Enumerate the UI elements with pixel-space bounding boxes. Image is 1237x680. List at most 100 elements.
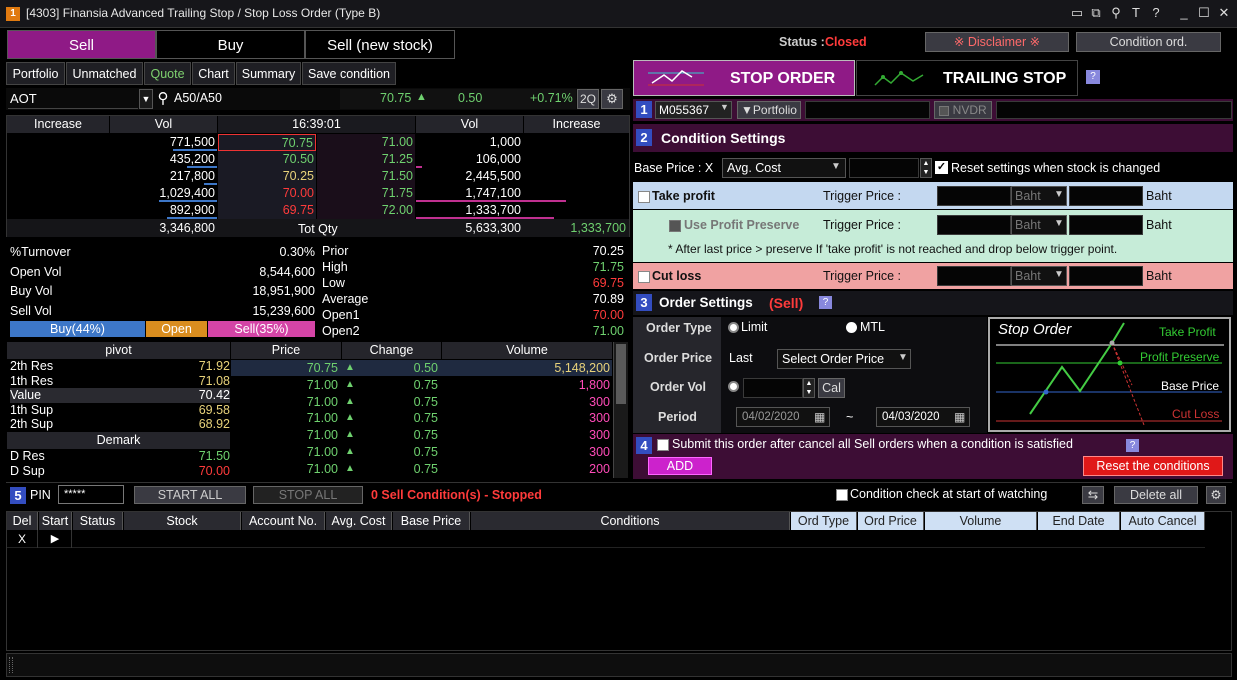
- table-row[interactable]: X ▶: [7, 530, 1205, 548]
- subtab-quote[interactable]: Quote: [144, 62, 191, 85]
- minimize-icon[interactable]: _: [1176, 5, 1192, 21]
- portfolio-button[interactable]: ▼Portfolio: [737, 101, 801, 119]
- up-arrow-icon: ▲: [416, 91, 427, 103]
- start-row-button[interactable]: ▶: [39, 530, 72, 548]
- table-header-ord-type[interactable]: Ord Type: [791, 512, 857, 530]
- cut-loss-checkbox[interactable]: [638, 271, 650, 283]
- cut-loss-price-input[interactable]: [937, 266, 1011, 286]
- limit-radio[interactable]: [728, 322, 739, 333]
- ask-price[interactable]: 71.75: [317, 185, 415, 202]
- add-button[interactable]: ADD: [648, 457, 712, 475]
- restore-window-icon[interactable]: ▭: [1069, 5, 1085, 21]
- pin-input[interactable]: *****: [58, 485, 124, 504]
- subtab-chart[interactable]: Chart: [192, 62, 235, 85]
- disclaimer-button[interactable]: ※ Disclaimer ※: [925, 32, 1069, 52]
- tick-change-header: Change: [342, 342, 441, 359]
- tab-sell[interactable]: Sell: [7, 30, 156, 59]
- close-icon[interactable]: ✕: [1216, 5, 1232, 21]
- table-header-status[interactable]: Status: [73, 512, 123, 530]
- tab-buy[interactable]: Buy: [156, 30, 305, 59]
- order-vol-input[interactable]: [743, 378, 803, 398]
- stock-field[interactable]: [805, 101, 930, 119]
- bid-price[interactable]: 69.75: [218, 202, 316, 219]
- text-icon[interactable]: T: [1128, 5, 1144, 21]
- ask-price[interactable]: 71.00: [317, 134, 415, 151]
- mtl-radio[interactable]: [846, 322, 857, 333]
- trailing-stop-tab[interactable]: TRAILING STOP: [856, 60, 1078, 96]
- bid-price[interactable]: 70.25: [218, 168, 316, 185]
- chevron-down-icon[interactable]: ▼: [139, 89, 153, 109]
- tab-sell-new-stock[interactable]: Sell (new stock): [305, 30, 455, 59]
- subtab-portfolio[interactable]: Portfolio: [6, 62, 65, 85]
- stop-order-tab[interactable]: STOP ORDER: [633, 60, 855, 96]
- stop-all-button[interactable]: STOP ALL: [253, 486, 363, 504]
- base-price-select[interactable]: Avg. Cost: [722, 158, 846, 178]
- table-header-avg-cost[interactable]: Avg. Cost: [326, 512, 392, 530]
- maximize-icon[interactable]: ☐: [1196, 5, 1212, 21]
- table-header-auto-cancel[interactable]: Auto Cancel: [1121, 512, 1205, 530]
- table-header-account-no[interactable]: Account No.: [242, 512, 325, 530]
- start-all-button[interactable]: START ALL: [134, 486, 246, 504]
- copy-icon[interactable]: ⧉: [1088, 5, 1104, 21]
- take-profit-checkbox[interactable]: [638, 191, 650, 203]
- table-header-base-price[interactable]: Base Price: [393, 512, 470, 530]
- order-help-icon[interactable]: ?: [819, 296, 832, 309]
- subtab-unmatched[interactable]: Unmatched: [66, 62, 143, 85]
- submit-after-cancel-checkbox[interactable]: [657, 439, 669, 451]
- take-profit-value-input[interactable]: [1069, 186, 1143, 206]
- delete-all-button[interactable]: Delete all: [1114, 486, 1198, 504]
- swap-icon[interactable]: ⇆: [1082, 486, 1104, 504]
- table-header-start[interactable]: Start: [39, 512, 72, 530]
- ask-price[interactable]: 71.25: [317, 151, 415, 168]
- take-profit-baht: Baht: [1146, 189, 1172, 203]
- bid-price[interactable]: 70.75: [218, 134, 316, 151]
- order-vol-radio[interactable]: [728, 381, 739, 392]
- bid-price[interactable]: 70.00: [218, 185, 316, 202]
- chevron-down-icon: ▼: [1054, 218, 1064, 229]
- pivot-label: 2th Sup: [10, 417, 54, 432]
- reset-conditions-button[interactable]: Reset the conditions: [1083, 456, 1223, 476]
- cut-loss-value-input[interactable]: [1069, 266, 1143, 286]
- profit-preserve-checkbox[interactable]: [669, 220, 681, 232]
- condition-check-checkbox[interactable]: [836, 489, 848, 501]
- table-header-del[interactable]: Del: [7, 512, 38, 530]
- table-header-stock[interactable]: Stock: [124, 512, 241, 530]
- take-profit-price-input[interactable]: [937, 186, 1011, 206]
- mode-help-icon[interactable]: ?: [1086, 70, 1100, 84]
- submit-help-icon[interactable]: ?: [1126, 439, 1139, 452]
- reset-settings-checkbox[interactable]: ✓: [935, 161, 948, 174]
- two-q-button[interactable]: 2Q: [577, 89, 599, 109]
- order-price-select[interactable]: Select Order Price: [777, 349, 911, 369]
- symbol-input[interactable]: AOT: [8, 89, 138, 109]
- condition-order-button[interactable]: Condition ord.: [1076, 32, 1221, 52]
- ask-price[interactable]: 72.00: [317, 202, 415, 219]
- link-icon[interactable]: ⚲: [1108, 5, 1124, 21]
- table-header-ord-price[interactable]: Ord Price: [858, 512, 924, 530]
- cal-button[interactable]: Cal: [818, 378, 845, 398]
- ask-volume: 1,000: [489, 135, 521, 149]
- help-icon[interactable]: ?: [1148, 5, 1164, 21]
- table-header-volume[interactable]: Volume: [925, 512, 1037, 530]
- stepper-icon[interactable]: ▲ ▼: [803, 378, 815, 398]
- subtab-summary[interactable]: Summary: [236, 62, 301, 85]
- delete-row-button[interactable]: X: [7, 530, 38, 548]
- base-price-x-input[interactable]: [849, 158, 919, 178]
- gear-icon[interactable]: ⚙: [1206, 486, 1226, 504]
- nvdr-toggle[interactable]: NVDR: [934, 101, 992, 119]
- profit-preserve-value-input[interactable]: [1069, 215, 1143, 235]
- subtab-save-condition[interactable]: Save condition: [302, 62, 396, 85]
- stepper-icon[interactable]: ▲ ▼: [920, 158, 932, 178]
- profit-preserve-price-input[interactable]: [937, 215, 1011, 235]
- chevron-down-icon: ▼: [1054, 269, 1064, 280]
- gear-icon[interactable]: ⚙: [601, 89, 623, 109]
- tick-change: 0.75: [413, 411, 438, 426]
- table-header-conditions[interactable]: Conditions: [471, 512, 790, 530]
- bid-price[interactable]: 70.50: [218, 151, 316, 168]
- calendar-icon[interactable]: ▦: [814, 410, 825, 424]
- tick-scrollbar[interactable]: [613, 342, 628, 478]
- calendar-icon[interactable]: ▦: [954, 410, 965, 424]
- search-icon[interactable]: ⚲: [154, 89, 172, 109]
- ask-price[interactable]: 71.50: [317, 168, 415, 185]
- grip-handle[interactable]: [9, 657, 13, 673]
- table-header-end-date[interactable]: End Date: [1038, 512, 1120, 530]
